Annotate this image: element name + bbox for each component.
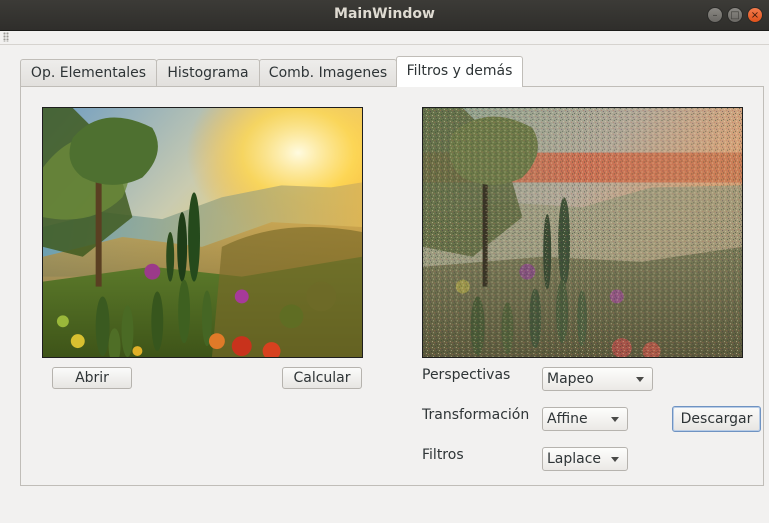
perspectivas-value: Mapeo bbox=[547, 371, 594, 387]
maximize-icon[interactable]: □ bbox=[727, 7, 743, 23]
filtros-select[interactable]: Laplace bbox=[542, 447, 628, 471]
filtros-value: Laplace bbox=[547, 451, 602, 467]
tab-histograma[interactable]: Histograma bbox=[156, 59, 260, 86]
tab-filtros[interactable]: Filtros y demás bbox=[396, 56, 523, 87]
transformacion-select[interactable]: Affine bbox=[542, 407, 628, 431]
transformacion-value: Affine bbox=[547, 411, 588, 427]
chevron-down-icon bbox=[611, 417, 619, 422]
filtered-image bbox=[422, 107, 743, 358]
minimize-icon[interactable]: – bbox=[707, 7, 723, 23]
toolbar-grip-icon[interactable] bbox=[3, 32, 9, 42]
window-title: MainWindow bbox=[334, 6, 435, 22]
perspectivas-select[interactable]: Mapeo bbox=[542, 367, 653, 391]
download-button[interactable]: Descargar bbox=[672, 406, 761, 432]
toolbar-divider bbox=[0, 44, 769, 45]
chevron-down-icon bbox=[636, 377, 644, 382]
filtros-label: Filtros bbox=[422, 447, 464, 463]
title-bar: MainWindow – □ × bbox=[0, 0, 769, 31]
perspectivas-label: Perspectivas bbox=[422, 367, 511, 383]
open-button[interactable]: Abrir bbox=[52, 367, 132, 389]
tab-op-elementales[interactable]: Op. Elementales bbox=[20, 59, 157, 86]
tab-pane-filtros: Abrir Calcular Perspectivas Mapeo Transf… bbox=[20, 86, 764, 486]
calculate-button[interactable]: Calcular bbox=[282, 367, 362, 389]
original-image bbox=[42, 107, 363, 358]
chevron-down-icon bbox=[611, 457, 619, 462]
tab-comb-imagenes[interactable]: Comb. Imagenes bbox=[259, 59, 397, 86]
transformacion-label: Transformación bbox=[422, 407, 530, 423]
close-icon[interactable]: × bbox=[747, 7, 763, 23]
